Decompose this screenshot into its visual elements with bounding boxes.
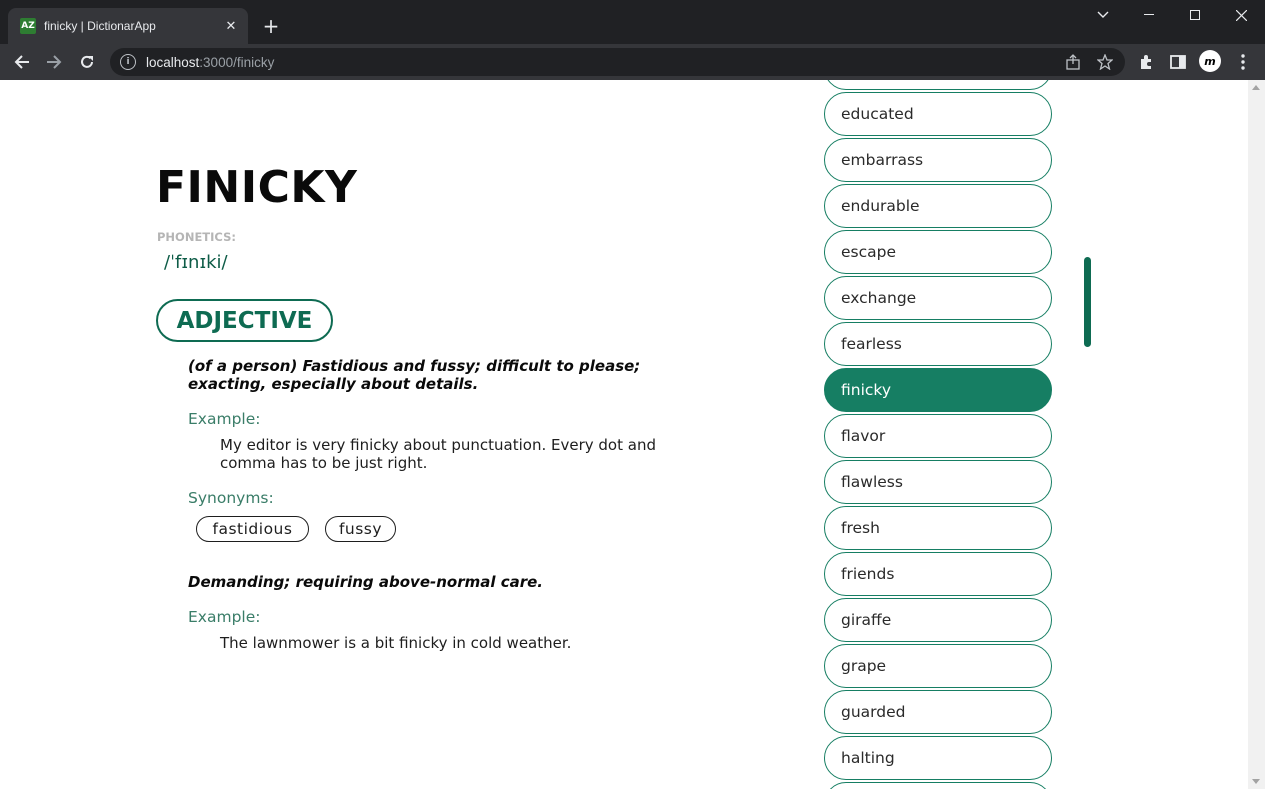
word-list-item[interactable]: giraffe: [824, 598, 1052, 642]
word-list-item[interactable]: endurable: [824, 184, 1052, 228]
word-list-item-partial[interactable]: [824, 80, 1052, 90]
word-list-item[interactable]: fresh: [824, 506, 1052, 550]
word-list-item[interactable]: educated: [824, 92, 1052, 136]
close-tab-icon[interactable]: ✕: [222, 17, 240, 35]
share-icon[interactable]: [1065, 54, 1081, 74]
close-window-icon[interactable]: [1218, 0, 1264, 30]
example-label: Example:: [188, 410, 261, 428]
forward-icon[interactable]: [42, 50, 66, 74]
synonym-chip-fussy[interactable]: fussy: [325, 516, 396, 542]
word-list-item[interactable]: halting: [824, 736, 1052, 780]
word-list-item-active[interactable]: finicky: [824, 368, 1052, 412]
scroll-down-icon[interactable]: [1252, 779, 1260, 784]
bookmark-star-icon[interactable]: [1096, 53, 1114, 74]
page-viewport: FINICKY PHONETICS: /ˈfɪnɪki/ ADJECTIVE (…: [0, 80, 1265, 789]
example-text: My editor is very finicky about punctuat…: [220, 436, 656, 472]
reload-icon[interactable]: [75, 50, 99, 74]
tab-search-icon[interactable]: [1080, 0, 1126, 30]
phonetics-label: PHONETICS:: [157, 230, 236, 244]
word-list-item[interactable]: flavor: [824, 414, 1052, 458]
word-list-item-partial[interactable]: [824, 782, 1052, 789]
browser-toolbar: i localhost:3000/finicky m: [0, 44, 1265, 80]
menu-kebab-icon[interactable]: [1231, 50, 1255, 74]
browser-tab[interactable]: AZ finicky | DictionarApp ✕: [8, 8, 248, 44]
address-bar[interactable]: i localhost:3000/finicky: [110, 48, 1125, 76]
word-list-item[interactable]: fearless: [824, 322, 1052, 366]
extensions-icon[interactable]: [1134, 50, 1158, 74]
part-of-speech-badge: ADJECTIVE: [156, 299, 333, 342]
word-list-item[interactable]: guarded: [824, 690, 1052, 734]
word-list-item[interactable]: grape: [824, 644, 1052, 688]
word-title: FINICKY: [156, 162, 358, 213]
definition-text: Demanding; requiring above-normal care.: [188, 573, 543, 591]
synonyms-label: Synonyms:: [188, 489, 274, 507]
example-text: The lawnmower is a bit finicky in cold w…: [220, 634, 572, 652]
word-list-scroll-thumb[interactable]: [1084, 257, 1091, 347]
url-text: localhost:3000/finicky: [146, 54, 275, 70]
side-panel-icon[interactable]: [1166, 50, 1190, 74]
word-list-item[interactable]: embarrass: [824, 138, 1052, 182]
profile-avatar[interactable]: m: [1199, 50, 1221, 72]
page-scrollbar[interactable]: [1248, 80, 1265, 789]
tab-title: finicky | DictionarApp: [44, 19, 156, 33]
scroll-up-icon[interactable]: [1252, 85, 1260, 90]
synonym-chip-fastidious[interactable]: fastidious: [196, 516, 309, 542]
phonetics-text: /ˈfɪnɪki/: [164, 252, 228, 273]
word-list-item[interactable]: friends: [824, 552, 1052, 596]
word-list-item[interactable]: exchange: [824, 276, 1052, 320]
back-icon[interactable]: [10, 50, 34, 74]
maximize-icon[interactable]: [1172, 0, 1218, 30]
new-tab-icon[interactable]: +: [259, 14, 283, 38]
favicon-icon: AZ: [20, 18, 36, 34]
definition-text: (of a person) Fastidious and fussy; diff…: [188, 357, 641, 393]
tab-strip: AZ finicky | DictionarApp ✕ +: [0, 0, 1265, 44]
minimize-icon[interactable]: [1126, 0, 1172, 30]
site-info-icon[interactable]: i: [120, 54, 136, 70]
example-label: Example:: [188, 608, 261, 626]
word-list-item[interactable]: escape: [824, 230, 1052, 274]
word-list-item[interactable]: flawless: [824, 460, 1052, 504]
